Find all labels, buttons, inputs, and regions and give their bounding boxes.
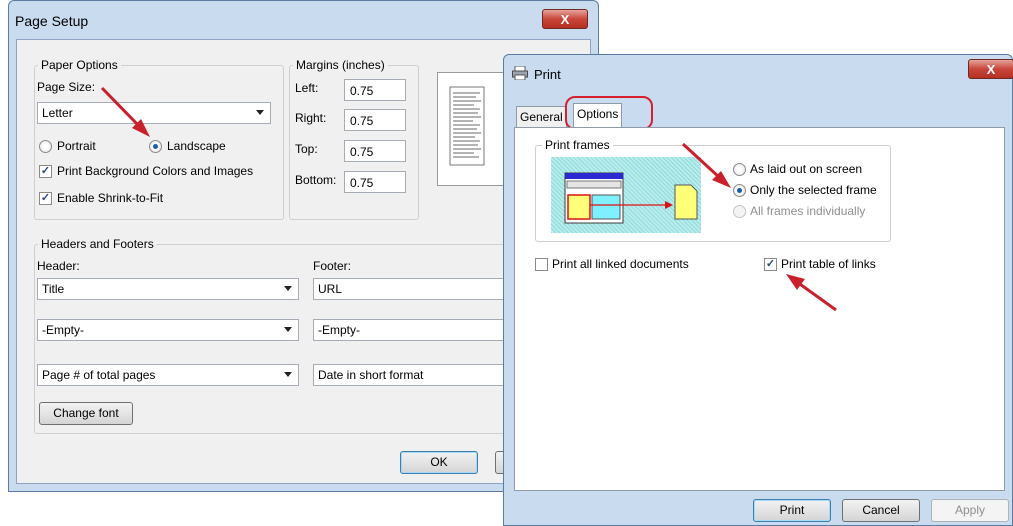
annotation-arrows-print <box>681 142 837 312</box>
annotation-arrow-table-of-links <box>786 274 837 312</box>
annotation-arrow-selected-frame <box>681 142 731 188</box>
